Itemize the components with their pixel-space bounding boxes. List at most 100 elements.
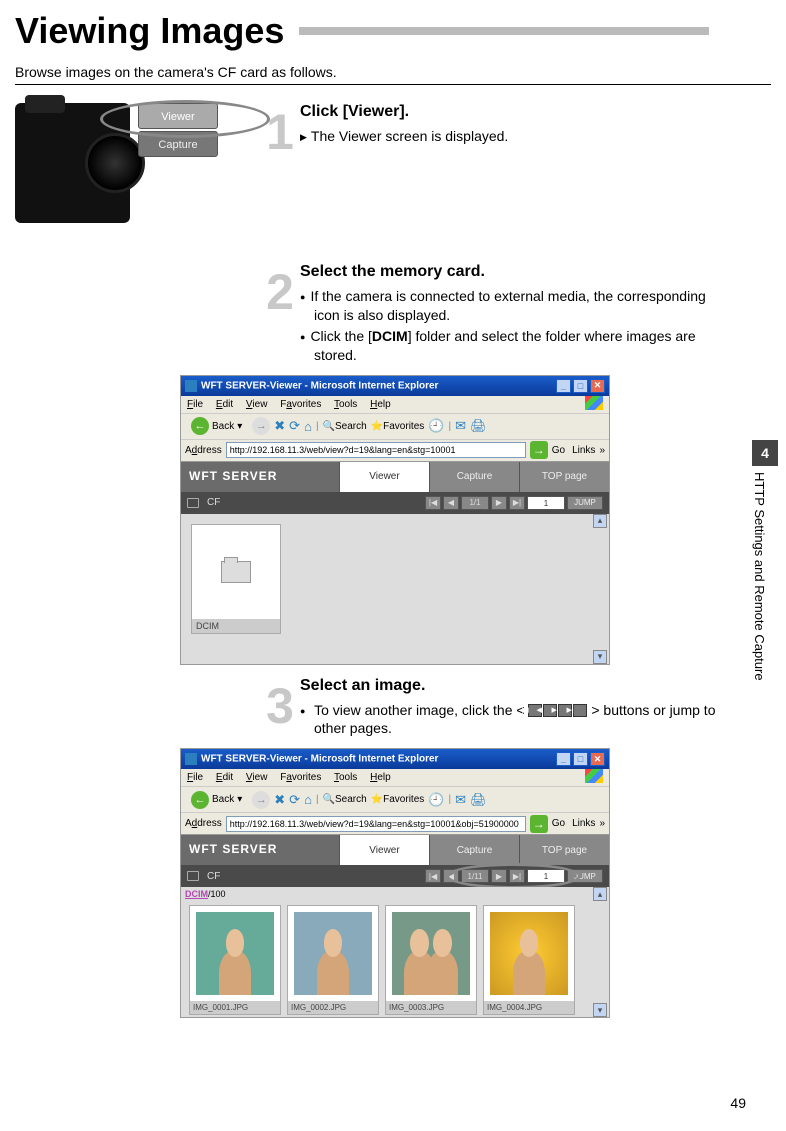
minimize-button-2[interactable]: _ — [556, 752, 571, 766]
address-input[interactable] — [226, 442, 526, 458]
step-3-title: Select an image. — [300, 677, 726, 695]
close-button-2[interactable]: ✕ — [590, 752, 605, 766]
search-button[interactable]: 🔍Search — [323, 421, 367, 432]
menu-view[interactable]: View — [246, 399, 268, 410]
forward-button-2[interactable]: → — [252, 791, 270, 809]
last-page-button-2[interactable]: ▶| — [509, 869, 525, 883]
refresh-icon[interactable]: ⟳ — [289, 418, 300, 434]
print-icon-2[interactable]: 🖨 — [470, 792, 487, 808]
scroll-up-button[interactable]: ▴ — [593, 514, 607, 528]
chapter-side-tab: 4 HTTP Settings and Remote Capture — [752, 440, 778, 770]
dcim-folder[interactable]: DCIM — [191, 524, 281, 634]
wft-tab-viewer-2[interactable]: Viewer — [339, 835, 429, 865]
card-icon-2[interactable] — [187, 871, 199, 881]
menu-favorites-2[interactable]: Favorites — [280, 772, 321, 783]
last-page-button[interactable]: ▶| — [509, 496, 525, 510]
intro-text: Browse images on the camera's CF card as… — [15, 64, 786, 80]
logo-icon — [585, 396, 603, 410]
back-button-2[interactable]: ←Back ▾ — [185, 789, 248, 811]
page-input[interactable]: 1 — [527, 496, 565, 510]
scroll-down-button[interactable]: ▾ — [593, 650, 607, 664]
toolbar-2: ←Back ▾ → ✖ ⟳ ⌂ | 🔍Search ⭐Favorites 🕘 |… — [181, 787, 609, 813]
menu-help-2[interactable]: Help — [370, 772, 391, 783]
links-chevron[interactable]: » — [599, 445, 605, 456]
minimize-button[interactable]: _ — [556, 379, 571, 393]
back-button[interactable]: ←Back ▾ — [185, 415, 248, 437]
wft-tab-capture[interactable]: Capture — [429, 462, 519, 492]
page-input-2[interactable]: 1 — [527, 869, 565, 883]
cf-label[interactable]: CF — [207, 497, 220, 508]
search-button-2[interactable]: 🔍Search — [323, 794, 367, 805]
step-number-2: 2 — [260, 263, 300, 367]
menu-edit-2[interactable]: Edit — [216, 772, 233, 783]
maximize-button[interactable]: □ — [573, 379, 588, 393]
favorites-button[interactable]: ⭐Favorites — [371, 421, 425, 432]
home-icon[interactable]: ⌂ — [304, 419, 312, 434]
wft-tab-viewer[interactable]: Viewer — [339, 462, 429, 492]
history-icon[interactable]: 🕘 — [428, 418, 444, 434]
viewer-tab-button[interactable]: Viewer — [138, 103, 218, 129]
page-number: 49 — [730, 1095, 746, 1111]
viewer-toolbar: CF |◀ ◀ 1/1 ▶ ▶| 1 JUMP — [181, 492, 609, 514]
prev-page-button-2[interactable]: ◀ — [443, 869, 459, 883]
menu-file[interactable]: File — [187, 399, 203, 410]
menu-favorites[interactable]: Favorites — [280, 399, 321, 410]
home-icon-2[interactable]: ⌂ — [304, 792, 312, 807]
capture-tab-button[interactable]: Capture — [138, 131, 218, 157]
wft-tab-capture-2[interactable]: Capture — [429, 835, 519, 865]
go-button-2[interactable]: → — [530, 815, 548, 833]
step-1: Viewer Capture 1 Click [Viewer]. The Vie… — [0, 103, 786, 223]
menu-file-2[interactable]: File — [187, 772, 203, 783]
ui-tabs-illustration: Viewer Capture — [138, 103, 218, 223]
close-button[interactable]: ✕ — [590, 379, 605, 393]
card-icon[interactable] — [187, 498, 199, 508]
forward-button[interactable]: → — [252, 417, 270, 435]
menu-help[interactable]: Help — [370, 399, 391, 410]
links-chevron-2[interactable]: » — [599, 818, 605, 829]
mail-icon[interactable]: ✉ — [455, 418, 466, 434]
first-page-button[interactable]: |◀ — [425, 496, 441, 510]
stop-icon[interactable]: ✖ — [274, 418, 285, 434]
mail-icon-2[interactable]: ✉ — [455, 792, 466, 808]
go-button[interactable]: → — [530, 441, 548, 459]
image-thumbnail[interactable]: IMG_0004.JPG — [483, 905, 575, 1015]
links-label[interactable]: Links — [572, 445, 595, 456]
breadcrumb: DCIM/100 — [185, 889, 226, 899]
breadcrumb-dcim[interactable]: DCIM — [185, 889, 208, 899]
refresh-icon-2[interactable]: ⟳ — [289, 792, 300, 808]
scroll-up-button-2[interactable]: ▴ — [593, 887, 607, 901]
image-thumbnail[interactable]: IMG_0003.JPG — [385, 905, 477, 1015]
wft-server-label-2: WFT SERVER — [181, 835, 339, 865]
next-page-button-2[interactable]: ▶ — [491, 869, 507, 883]
first-page-button-2[interactable]: |◀ — [425, 869, 441, 883]
maximize-button-2[interactable]: □ — [573, 752, 588, 766]
thumb-label: IMG_0004.JPG — [484, 1001, 574, 1014]
wft-header-2: WFT SERVER Viewer Capture TOP page — [181, 835, 609, 865]
address-input-2[interactable] — [226, 816, 526, 832]
wft-tab-top-2[interactable]: TOP page — [519, 835, 609, 865]
step-2: 2 Select the memory card. If the camera … — [0, 263, 786, 367]
jump-button[interactable]: JUMP — [567, 496, 603, 510]
history-icon-2[interactable]: 🕘 — [428, 792, 444, 808]
prev-page-button[interactable]: ◀ — [443, 496, 459, 510]
window-titlebar-2: WFT SERVER-Viewer - Microsoft Internet E… — [181, 749, 609, 769]
next-page-button[interactable]: ▶ — [491, 496, 507, 510]
image-thumbnail[interactable]: IMG_0002.JPG — [287, 905, 379, 1015]
step-number-1: 1 — [260, 103, 300, 223]
scroll-down-button-2[interactable]: ▾ — [593, 1003, 607, 1017]
stop-icon-2[interactable]: ✖ — [274, 792, 285, 808]
jump-button-2[interactable]: JUMP — [567, 869, 603, 883]
address-bar-2: Address → Go Links » — [181, 813, 609, 835]
menu-view-2[interactable]: View — [246, 772, 268, 783]
image-thumbnail[interactable]: IMG_0001.JPG — [189, 905, 281, 1015]
print-icon[interactable]: 🖨 — [470, 418, 487, 434]
menu-tools[interactable]: Tools — [334, 399, 357, 410]
menu-tools-2[interactable]: Tools — [334, 772, 357, 783]
wft-tab-top[interactable]: TOP page — [519, 462, 609, 492]
cf-label-2[interactable]: CF — [207, 871, 220, 882]
menu-edit[interactable]: Edit — [216, 399, 233, 410]
links-label-2[interactable]: Links — [572, 818, 595, 829]
window-title: WFT SERVER-Viewer - Microsoft Internet E… — [185, 380, 438, 392]
favorites-button-2[interactable]: ⭐Favorites — [371, 794, 425, 805]
step-2-title: Select the memory card. — [300, 263, 726, 281]
